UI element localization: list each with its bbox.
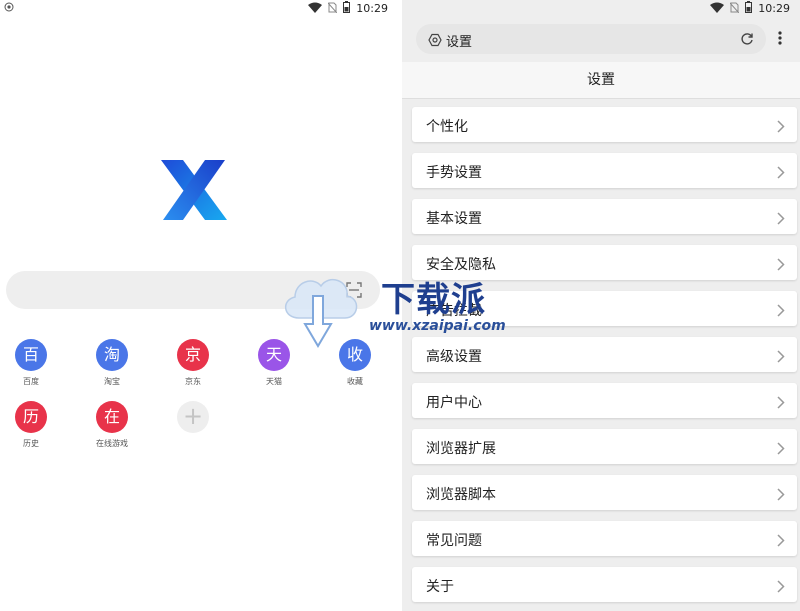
x-browser-logo <box>161 160 227 220</box>
quick-link-label: 历史 <box>23 439 39 448</box>
settings-screen: 10:29 设置 设置 个性化 手势设置 基本设置 安全及隐私 广告拦截 高级设… <box>402 0 800 611</box>
plus-icon: + <box>177 401 209 433</box>
chevron-right-icon <box>777 348 785 367</box>
quick-link-label: 收藏 <box>347 377 363 386</box>
setting-browser-scripts[interactable]: 浏览器脚本 <box>412 475 797 510</box>
quick-link-icon: 收 <box>339 339 371 371</box>
quick-link-icon: 历 <box>15 401 47 433</box>
no-sim-icon <box>729 2 740 16</box>
settings-gear-icon <box>428 32 442 51</box>
quick-link-icon: 天 <box>258 339 290 371</box>
status-bar: 10:29 <box>402 0 800 16</box>
quick-link-history[interactable]: 历 历史 <box>1 401 61 449</box>
status-time: 10:29 <box>356 2 388 15</box>
setting-label: 常见问题 <box>426 533 482 549</box>
chevron-right-icon <box>777 164 785 183</box>
setting-label: 高级设置 <box>426 349 482 365</box>
scan-icon[interactable] <box>346 282 362 302</box>
wifi-icon <box>710 2 725 16</box>
quick-link-baidu[interactable]: 百 百度 <box>1 339 61 387</box>
chevron-right-icon <box>777 532 785 551</box>
quick-link-tmall[interactable]: 天 天猫 <box>244 339 304 387</box>
quick-link-favorites[interactable]: 收 收藏 <box>325 339 385 387</box>
setting-security-privacy[interactable]: 安全及隐私 <box>412 245 797 280</box>
no-sim-icon <box>327 2 338 16</box>
setting-label: 个性化 <box>426 119 468 135</box>
chevron-right-icon <box>777 256 785 275</box>
url-bar[interactable]: 设置 <box>416 24 766 54</box>
quick-link-label: 京东 <box>185 377 201 386</box>
battery-icon <box>343 1 351 16</box>
chevron-right-icon <box>777 394 785 413</box>
quick-link-label: 淘宝 <box>104 377 120 386</box>
quick-link-online-games[interactable]: 在 在线游戏 <box>82 401 142 449</box>
setting-about[interactable]: 关于 <box>412 567 797 602</box>
page-title: 设置 <box>402 62 800 99</box>
chevron-right-icon <box>777 486 785 505</box>
settings-list: 个性化 手势设置 基本设置 安全及隐私 广告拦截 高级设置 用户中心 浏览器扩展… <box>412 107 797 611</box>
notification-icon <box>4 2 14 15</box>
setting-basic[interactable]: 基本设置 <box>412 199 797 234</box>
setting-user-center[interactable]: 用户中心 <box>412 383 797 418</box>
setting-label: 手势设置 <box>426 165 482 181</box>
quick-link-taobao[interactable]: 淘 淘宝 <box>82 339 142 387</box>
chevron-right-icon <box>777 440 785 459</box>
quick-link-icon: 在 <box>96 401 128 433</box>
quick-link-icon: 京 <box>177 339 209 371</box>
setting-faq[interactable]: 常见问题 <box>412 521 797 556</box>
quick-link-icon: 淘 <box>96 339 128 371</box>
setting-label: 浏览器脚本 <box>426 487 496 503</box>
reload-icon[interactable] <box>740 31 754 50</box>
setting-label: 基本设置 <box>426 211 482 227</box>
quick-link-label: 在线游戏 <box>96 439 128 448</box>
setting-ad-block[interactable]: 广告拦截 <box>412 291 797 326</box>
search-bar[interactable] <box>6 271 380 309</box>
more-vert-icon[interactable] <box>778 30 782 49</box>
setting-gestures[interactable]: 手势设置 <box>412 153 797 188</box>
setting-label: 用户中心 <box>426 395 482 411</box>
setting-personalization[interactable]: 个性化 <box>412 107 797 142</box>
status-time: 10:29 <box>758 2 790 15</box>
home-screen: 10:29 百 百度 淘 淘宝 京 京东 天 天猫 收 收藏 历 历史 在 在线… <box>0 0 398 611</box>
setting-label: 浏览器扩展 <box>426 441 496 457</box>
setting-browser-extensions[interactable]: 浏览器扩展 <box>412 429 797 464</box>
chevron-right-icon <box>777 578 785 597</box>
quick-link-label: 天猫 <box>266 377 282 386</box>
chevron-right-icon <box>777 302 785 321</box>
setting-label: 关于 <box>426 579 454 595</box>
quick-link-jd[interactable]: 京 京东 <box>163 339 223 387</box>
url-text: 设置 <box>446 35 473 50</box>
setting-label: 广告拦截 <box>426 303 482 319</box>
chevron-right-icon <box>777 118 785 137</box>
quick-link-label: 百度 <box>23 377 39 386</box>
setting-label: 安全及隐私 <box>426 257 496 273</box>
quick-link-icon: 百 <box>15 339 47 371</box>
setting-advanced[interactable]: 高级设置 <box>412 337 797 372</box>
status-bar: 10:29 <box>0 0 398 16</box>
battery-icon <box>745 1 753 16</box>
add-quick-link-button[interactable]: + <box>163 401 223 433</box>
wifi-icon <box>308 2 323 16</box>
chevron-right-icon <box>777 210 785 229</box>
